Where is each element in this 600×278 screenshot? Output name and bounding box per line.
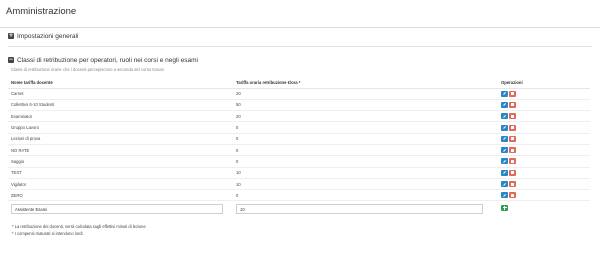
table-row: Lezioni di prova 0 <box>8 133 590 145</box>
delete-button[interactable] <box>509 124 516 131</box>
rate-value-cell: 0 <box>233 144 498 157</box>
rate-name-cell: Collettivo 6-10 Studenti <box>8 99 233 112</box>
edit-button[interactable] <box>501 90 508 97</box>
classes-panel-description: Classi di retribuzione orarie che i doce… <box>11 67 164 72</box>
classes-panel-heading[interactable]: − Classi di retribuzione per operatori, … <box>8 53 592 67</box>
operations-cell <box>498 121 590 134</box>
table-row: Carnet 20 <box>8 88 590 100</box>
operations-cell <box>498 88 590 100</box>
delete-button[interactable] <box>509 192 516 199</box>
edit-button[interactable] <box>501 169 508 176</box>
rate-value-cell: 0 <box>233 121 498 134</box>
column-header-rate: Tariffa oraria retribuzione €/ora * <box>233 79 498 89</box>
rate-name-cell: ZERO <box>8 189 233 202</box>
delete-button[interactable] <box>509 147 516 154</box>
table-row: TEST 10 <box>8 167 590 179</box>
collapse-icon[interactable]: − <box>8 57 14 63</box>
table-row: Collettivo 6-10 Studenti 50 <box>8 99 590 112</box>
rate-value-cell: 10 <box>233 167 498 179</box>
page-header: Amministrazione <box>0 0 600 28</box>
rate-name-cell: TEST <box>8 167 233 179</box>
delete-button[interactable] <box>509 101 516 108</box>
operations-cell <box>498 189 590 202</box>
rate-value-cell: 50 <box>233 99 498 112</box>
table-row: Vigilator 10 <box>8 178 590 191</box>
expand-icon[interactable]: + <box>8 33 14 39</box>
new-ops-cell <box>498 201 590 217</box>
footnote-minutes: * La retribuzione dei docenti, verrà cal… <box>12 223 146 229</box>
table-header-row: Nome tariffa docente Tariffa oraria retr… <box>8 79 590 89</box>
operations-cell <box>498 144 590 157</box>
operations-cell <box>498 110 590 123</box>
rate-name-cell: Lezioni di prova <box>8 133 233 145</box>
footnote-gross: * I compensi maturati si intendono lordi <box>12 230 83 236</box>
rate-value-cell: 20 <box>233 88 498 100</box>
table-row: Gruppo Lavoro 0 <box>8 121 590 134</box>
edit-button[interactable] <box>501 101 508 108</box>
rate-value-cell: 0 <box>233 133 498 145</box>
operations-cell <box>498 133 590 145</box>
settings-panel-heading[interactable]: + Impostazioni generali <box>8 29 592 43</box>
column-header-operations: Operazioni <box>498 79 590 89</box>
delete-button[interactable] <box>509 135 516 142</box>
edit-button[interactable] <box>501 147 508 154</box>
new-rate-cell <box>233 201 498 217</box>
rate-value-cell: 0 <box>233 189 498 202</box>
table-row: Saggio 0 <box>8 155 590 168</box>
edit-button[interactable] <box>501 113 508 120</box>
classes-panel: − Classi di retribuzione per operatori, … <box>8 53 592 237</box>
edit-button[interactable] <box>501 158 508 165</box>
delete-button[interactable] <box>509 90 516 97</box>
operations-cell <box>498 167 590 179</box>
rate-name-cell: NO RATE <box>8 144 233 157</box>
edit-button[interactable] <box>501 192 508 199</box>
classes-panel-title[interactable]: Classi di retribuzione per operatori, ru… <box>17 57 198 64</box>
rate-name-cell: Gruppo Lavoro <box>8 121 233 134</box>
new-name-cell <box>8 201 233 217</box>
rate-value-cell: 20 <box>233 110 498 123</box>
new-rate-value-input[interactable] <box>236 204 483 215</box>
rates-table-body: Carnet 20 Collettivo 6-10 Studenti 50 Examin… <box>8 88 590 202</box>
operations-cell <box>498 99 590 112</box>
rate-name-cell: Examinator <box>8 110 233 123</box>
rate-value-cell: 10 <box>233 178 498 191</box>
delete-button[interactable] <box>509 158 516 165</box>
operations-cell <box>498 155 590 168</box>
edit-button[interactable] <box>501 135 508 142</box>
delete-button[interactable] <box>509 113 516 120</box>
rate-name-cell: Carnet <box>8 88 233 100</box>
add-rate-button[interactable] <box>501 204 508 211</box>
delete-button[interactable] <box>509 169 516 176</box>
rate-value-cell: 0 <box>233 155 498 168</box>
table-row: NO RATE 0 <box>8 144 590 157</box>
edit-button[interactable] <box>501 124 508 131</box>
settings-panel-title[interactable]: Impostazioni generali <box>17 33 78 40</box>
page-title: Amministrazione <box>6 6 77 17</box>
settings-panel: + Impostazioni generali <box>8 29 592 47</box>
new-rate-name-input[interactable] <box>11 204 223 215</box>
table-row: ZERO 0 <box>8 189 590 202</box>
table-row: Examinator 20 <box>8 110 590 123</box>
new-rate-row <box>8 201 590 217</box>
edit-button[interactable] <box>501 181 508 188</box>
rates-table: Nome tariffa docente Tariffa oraria retr… <box>8 79 590 217</box>
footnotes: * La retribuzione dei docenti, verrà cal… <box>12 223 592 237</box>
rate-name-cell: Saggio <box>8 155 233 168</box>
delete-button[interactable] <box>509 181 516 188</box>
rate-name-cell: Vigilator <box>8 178 233 191</box>
column-header-name: Nome tariffa docente <box>8 79 233 89</box>
operations-cell <box>498 178 590 191</box>
